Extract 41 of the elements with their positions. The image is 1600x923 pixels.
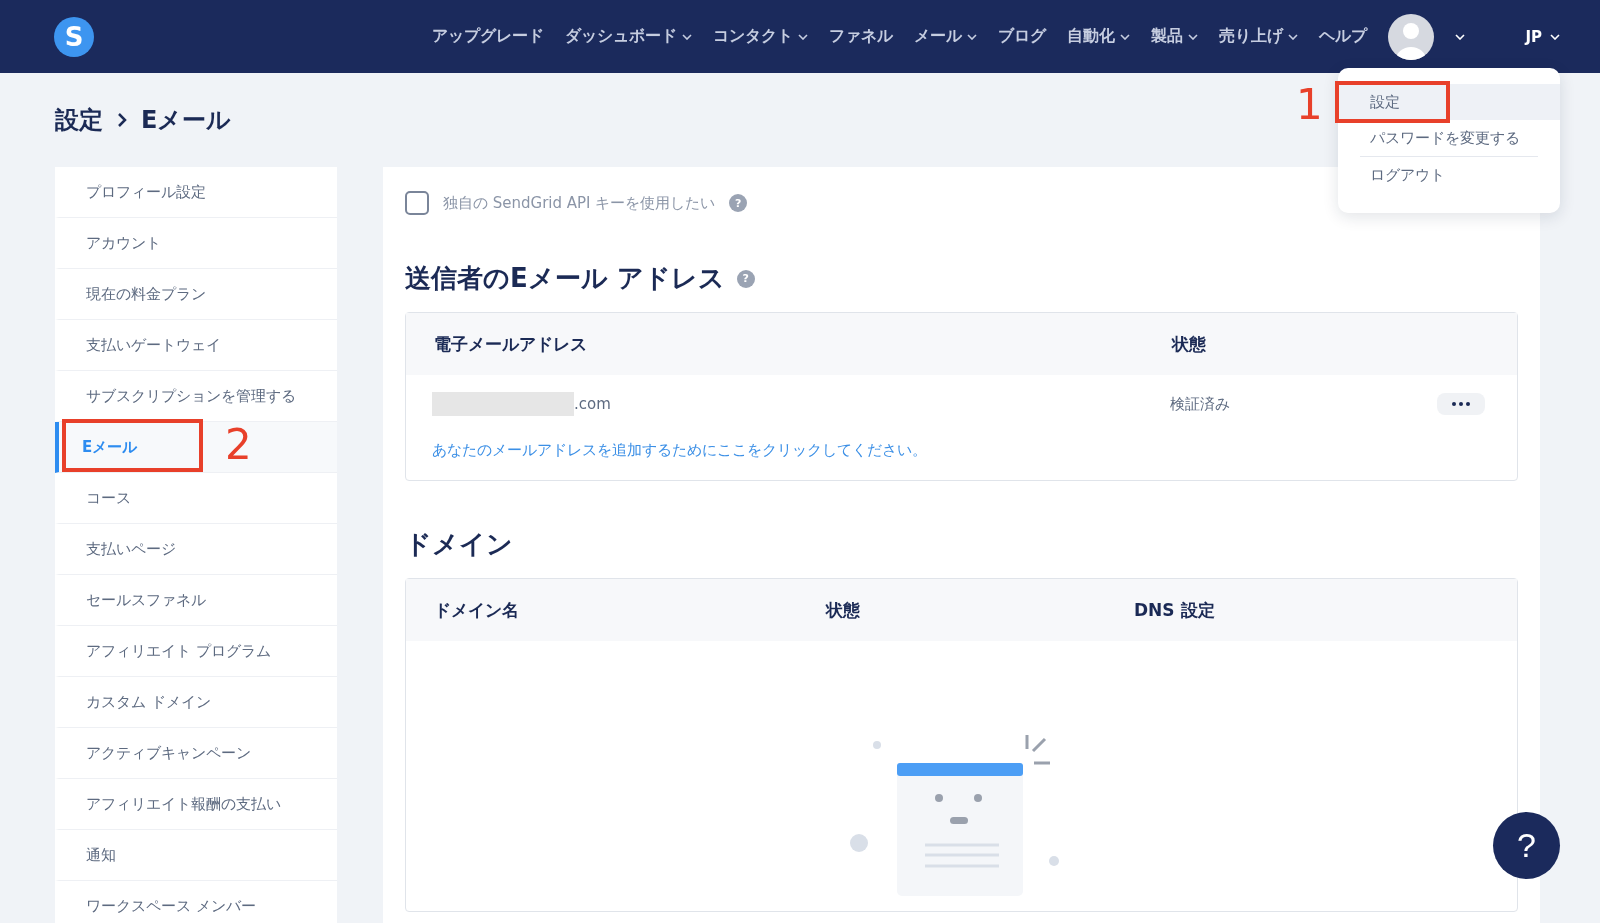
nav-menu-item[interactable]: ファネル xyxy=(829,26,894,47)
nav-menu-item[interactable]: ブログ xyxy=(998,26,1047,47)
section-title: 送信者のEメール アドレス xyxy=(405,262,725,295)
nav-menu-item[interactable]: メール xyxy=(914,26,978,47)
nav-menu-item[interactable]: ヘルプ xyxy=(1319,26,1368,47)
column-header: DNS 設定 xyxy=(1134,598,1216,622)
caret-icon xyxy=(1188,33,1199,40)
caret-icon xyxy=(682,33,693,40)
nav-menu-item[interactable]: アップグレード xyxy=(432,26,545,47)
caret-icon xyxy=(1550,33,1560,40)
caret-icon xyxy=(798,33,809,40)
step-number: 1 xyxy=(1296,80,1323,129)
section-title: ドメイン xyxy=(405,528,513,561)
caret-icon xyxy=(1288,33,1299,40)
column-header: 電子メールアドレス xyxy=(434,332,588,356)
step-number: 2 xyxy=(225,420,252,469)
language-selector[interactable]: JP xyxy=(1525,27,1560,46)
nav-menu-item[interactable]: 自動化 xyxy=(1067,26,1131,47)
column-header: 状態 xyxy=(826,598,861,622)
breadcrumb-link[interactable]: 設定 xyxy=(55,104,103,136)
checkbox[interactable] xyxy=(405,191,429,215)
checkbox-label: 独自の SendGrid API キーを使用したい xyxy=(443,193,716,213)
logo[interactable]: S xyxy=(54,16,94,57)
caret-icon xyxy=(1120,33,1131,40)
page-title: Eメール xyxy=(141,105,232,136)
chevron-right-icon xyxy=(117,113,127,127)
nav-menu-item[interactable]: 製品 xyxy=(1151,26,1199,47)
menu-item[interactable]: 設定 xyxy=(1338,84,1560,120)
more-options-button[interactable] xyxy=(1437,393,1485,415)
nav-menu-item[interactable]: ダッシュボード xyxy=(565,26,693,47)
nav-menu-item[interactable]: 売り上げ xyxy=(1219,26,1299,47)
caret-icon xyxy=(967,33,978,40)
add-email-link[interactable]: あなたのメールアドレスを追加するためにここをクリックしてください。 xyxy=(406,433,1517,480)
email-address: .com xyxy=(574,395,611,413)
status-cell-text: 検証済み xyxy=(1170,394,1231,414)
column-header: ドメイン名 xyxy=(434,598,520,622)
caret-icon xyxy=(1455,33,1466,40)
nav-menu-item[interactable]: コンタクト xyxy=(713,26,809,47)
column-header: 状態 xyxy=(1172,332,1207,356)
menu-item[interactable]: パスワードを変更する xyxy=(1338,120,1560,156)
menu-item[interactable]: ログアウト xyxy=(1338,157,1560,193)
